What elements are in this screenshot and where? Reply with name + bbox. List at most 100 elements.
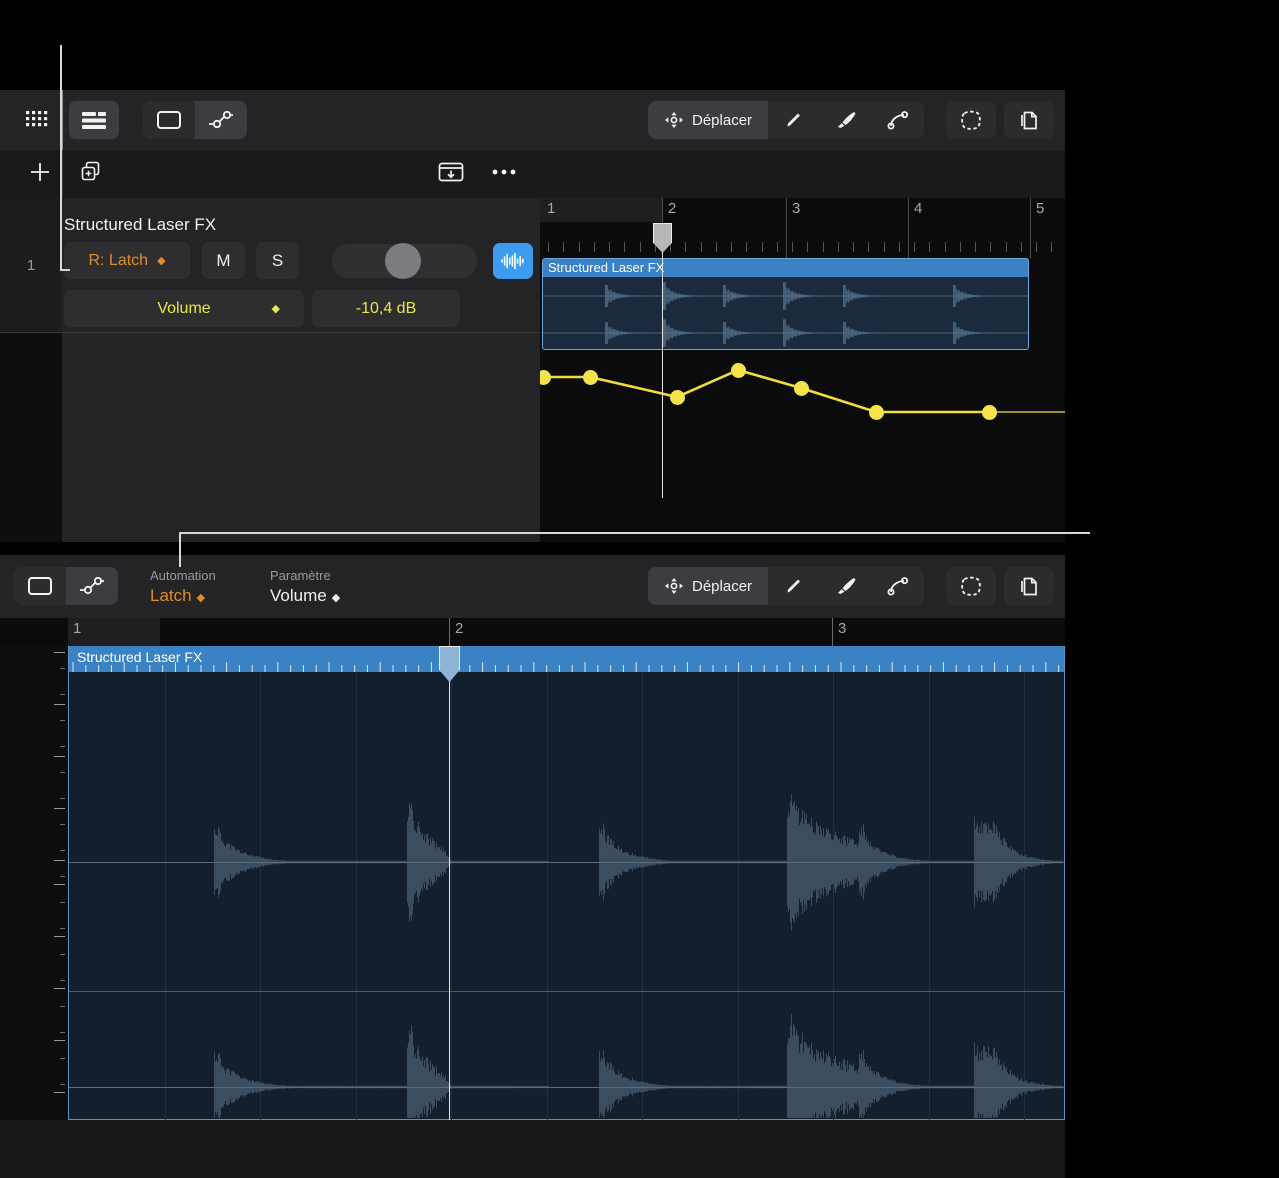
automation-node-4[interactable]	[730, 362, 746, 378]
axis-minor-tick	[60, 902, 65, 903]
parameter-value: -10,4 dB	[355, 299, 417, 317]
automation-mode-label: R: Latch	[88, 251, 149, 269]
marquee-select-button[interactable]	[946, 101, 996, 139]
automation-mode-button[interactable]	[66, 567, 118, 605]
editor-toolbar: Automation Latch ◆ Paramètre Volume ◆ Dépl…	[0, 555, 1065, 618]
region-mode-button[interactable]	[143, 101, 195, 139]
automation-node-3[interactable]	[669, 389, 685, 405]
grid-view-button[interactable]	[12, 101, 62, 139]
solo-button[interactable]: S	[256, 242, 299, 279]
pencil-tool-button[interactable]	[768, 101, 820, 139]
axis-tick	[54, 1092, 65, 1093]
parameter-label: Volume	[157, 299, 211, 317]
axis-minor-tick	[60, 980, 65, 981]
arrange-area[interactable]: 1 2 3 4 5 Structured Laser FX	[540, 198, 1065, 542]
axis-minor-tick	[60, 824, 65, 825]
axis-minor-tick	[60, 1006, 65, 1007]
editor-region-header: Structured Laser FX	[69, 646, 1064, 672]
region-tick-strip	[72, 662, 1060, 672]
editor-bar-number-1: 1	[73, 620, 82, 637]
axis-tick	[54, 808, 65, 809]
automation-mode-value-text: Latch	[150, 586, 192, 605]
marquee-select-button[interactable]	[946, 567, 996, 605]
move-tool-button[interactable]: Déplacer	[648, 101, 769, 139]
parameter-value-text: Volume	[270, 586, 327, 605]
chevron-updown-icon: ◆	[196, 592, 206, 604]
track-header: Structured Laser FX R: Latch ◆ M S Volum…	[62, 198, 540, 333]
move-tool-label: Déplacer	[692, 577, 753, 595]
track-name: Structured Laser FX	[64, 215, 217, 234]
editor-timeline-ruler[interactable]: 1 2 3	[0, 618, 1065, 646]
editor-waveform	[214, 793, 1063, 1118]
add-track-button[interactable]	[25, 157, 55, 187]
channel-1-zero-line	[69, 862, 1065, 863]
top-toolbar: Déplacer	[0, 90, 1065, 150]
editor-bar-line-3	[832, 618, 833, 646]
axis-minor-tick	[60, 668, 65, 669]
curve-tool-button[interactable]	[872, 101, 924, 139]
axis-minor-tick	[60, 1032, 65, 1033]
mute-label: M	[216, 250, 231, 270]
tracks-view-button[interactable]	[69, 101, 119, 139]
bar-number-3: 3	[792, 200, 801, 217]
automation-mode-button[interactable]	[195, 101, 247, 139]
automation-mode-selector[interactable]: R: Latch ◆	[64, 242, 190, 279]
brush-tool-button[interactable]	[820, 567, 872, 605]
axis-tick	[54, 756, 65, 757]
parameter-selector[interactable]: Volume ◆	[64, 290, 304, 327]
mute-button[interactable]: M	[202, 242, 245, 279]
automation-node-2[interactable]	[582, 369, 598, 385]
editor-body[interactable]: 100500-50-100100500-50-100 Structured La…	[0, 643, 1065, 1120]
duplicate-button[interactable]	[1004, 567, 1054, 605]
automation-mode-value[interactable]: Latch ◆	[150, 586, 205, 606]
channel-separator	[69, 991, 1065, 992]
bar-number-4: 4	[914, 200, 923, 217]
timeline-ruler[interactable]: 1 2 3 4 5	[540, 198, 1065, 258]
audio-region[interactable]: Structured Laser FX	[542, 258, 1029, 350]
region-header: Structured Laser FX	[543, 259, 1028, 277]
move-tool-button[interactable]: Déplacer	[648, 567, 769, 605]
playhead-line	[662, 228, 663, 498]
parameter-value[interactable]: Volume ◆	[270, 586, 340, 606]
axis-minor-tick	[60, 1084, 65, 1085]
editor-bar-number-3: 3	[838, 620, 847, 637]
more-options-button[interactable]	[490, 158, 518, 186]
duplicate-button[interactable]	[1004, 101, 1054, 139]
pencil-tool-button[interactable]	[768, 567, 820, 605]
parameter-field-label: Paramètre	[270, 568, 331, 583]
toolbar-divider	[62, 90, 63, 150]
automation-node-5[interactable]	[793, 380, 809, 396]
automation-node-1[interactable]	[540, 369, 551, 385]
top-tools-segmented-control: Déplacer	[648, 101, 925, 139]
region-mode-button[interactable]	[14, 567, 66, 605]
automation-field-label: Automation	[150, 568, 216, 583]
editor-ruler-active-cell	[68, 618, 160, 646]
axis-tick	[54, 884, 65, 885]
editor-audio-region[interactable]: Structured Laser FX	[68, 646, 1065, 1120]
editor-playhead-line	[449, 646, 450, 1120]
automation-node-6[interactable]	[868, 404, 884, 420]
waveform-view-button[interactable]	[493, 243, 533, 279]
volume-fader[interactable]	[332, 243, 477, 279]
axis-tick	[54, 860, 65, 861]
bar-line-4	[908, 198, 909, 258]
bar-line-5	[1030, 198, 1031, 258]
axis-tick	[54, 988, 65, 989]
volume-fader-knob[interactable]	[385, 243, 421, 279]
add-region-button[interactable]	[78, 158, 106, 186]
parameter-value-field[interactable]: -10,4 dB	[312, 290, 460, 327]
editor-mode-segmented-control	[14, 567, 118, 605]
editor-bar-number-2: 2	[455, 620, 464, 637]
axis-tick	[54, 704, 65, 705]
curve-tool-button[interactable]	[872, 567, 924, 605]
callout-line-bottom-vertical	[179, 532, 181, 567]
axis-minor-tick	[60, 720, 65, 721]
automation-node-7[interactable]	[981, 404, 997, 420]
chevron-updown-icon: ◆	[331, 592, 341, 604]
region-name: Structured Laser FX	[548, 260, 665, 275]
download-window-button[interactable]	[436, 158, 466, 186]
top-toolbar-tracks-group	[69, 101, 119, 139]
track-bar-divider	[62, 150, 63, 198]
brush-tool-button[interactable]	[820, 101, 872, 139]
top-toolbar-view-group	[12, 101, 62, 139]
